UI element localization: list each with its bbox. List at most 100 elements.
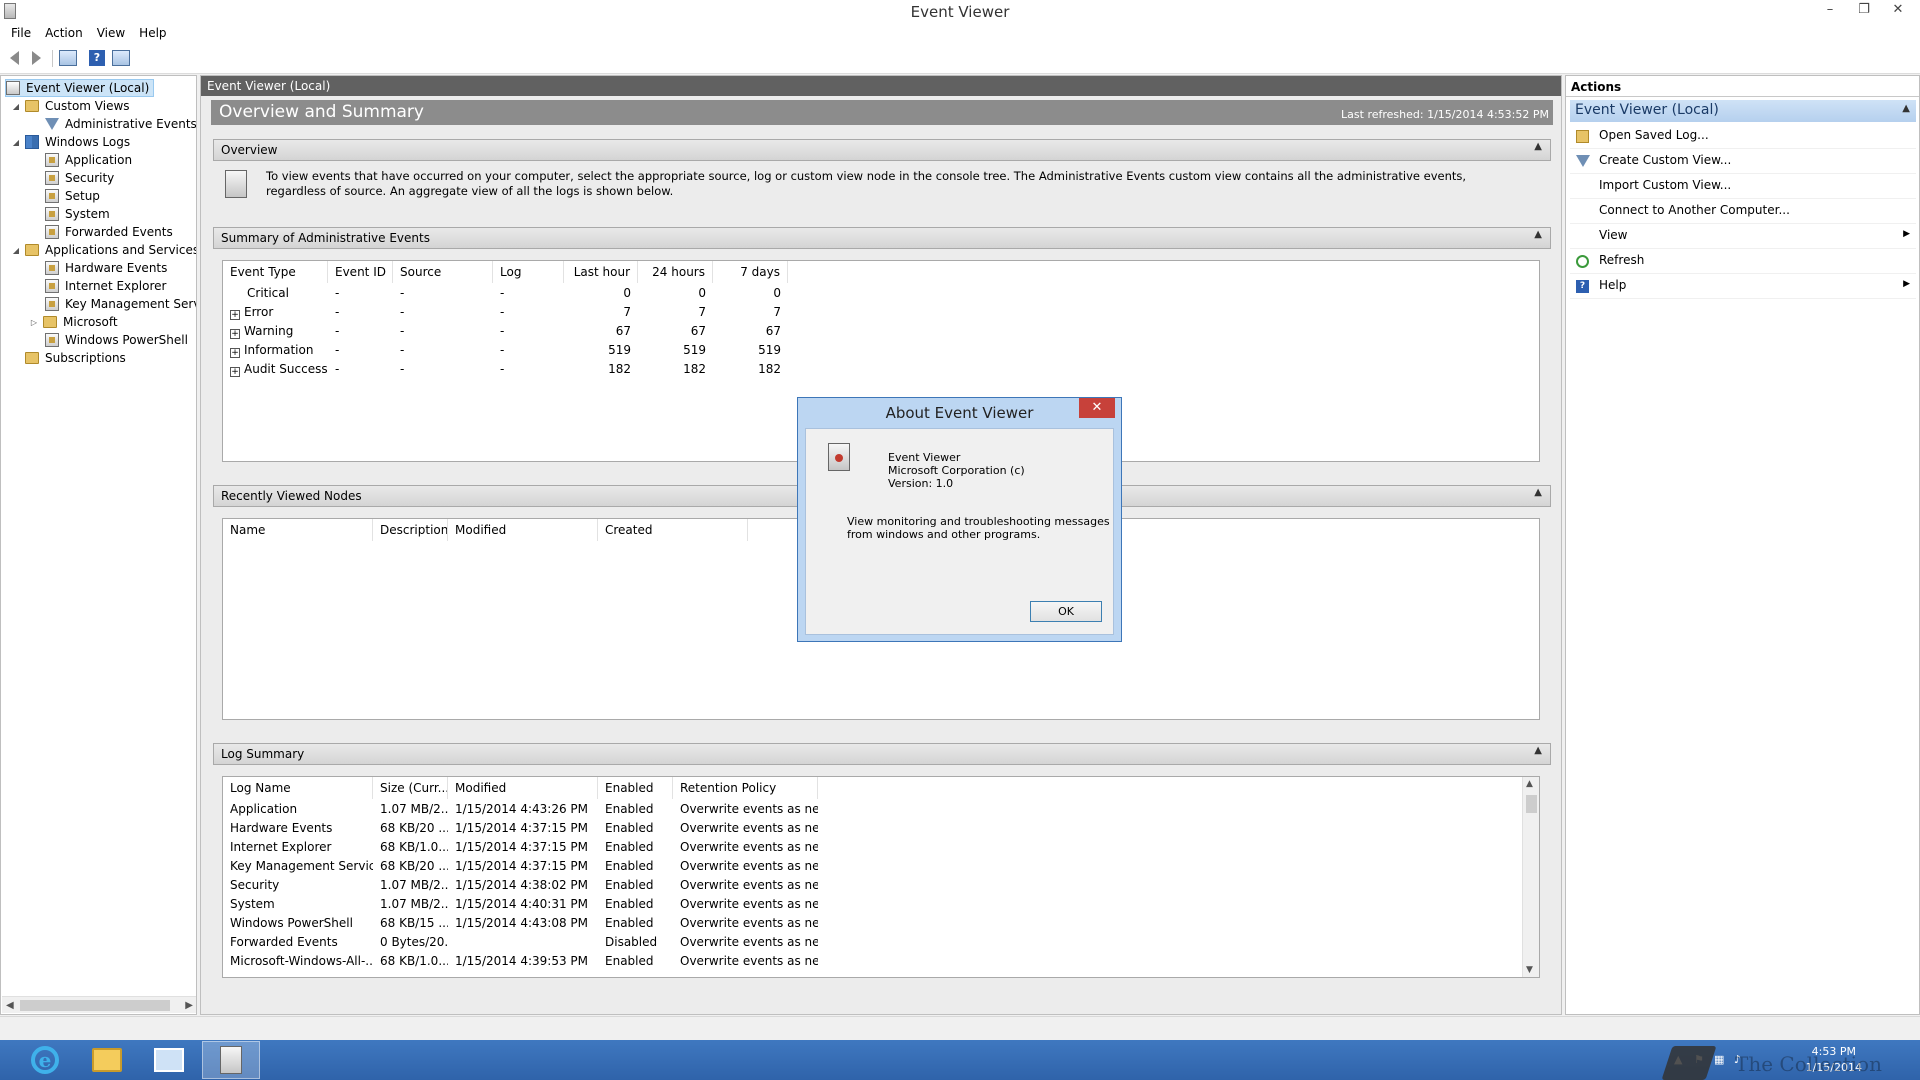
- restore-button[interactable]: ❐: [1848, 0, 1880, 22]
- column-header[interactable]: Source: [393, 261, 493, 283]
- taskbar-server-manager[interactable]: [140, 1041, 198, 1079]
- section-summary-header[interactable]: Summary of Administrative Events ▲: [213, 227, 1551, 249]
- summary-row-critical[interactable]: Critical - - - 0 0 0: [223, 284, 1539, 303]
- column-header[interactable]: Modified: [448, 777, 598, 799]
- action-open-saved-log[interactable]: Open Saved Log...: [1570, 124, 1916, 149]
- tree-node-applications-and-services[interactable]: ◢ Applications and Services Lo: [11, 241, 196, 259]
- back-button[interactable]: [3, 48, 25, 68]
- action-help[interactable]: ? Help ▶: [1570, 274, 1916, 299]
- section-log-summary-header[interactable]: Log Summary ▲: [213, 743, 1551, 765]
- close-button[interactable]: ✕: [1882, 0, 1914, 22]
- tree-node-hardware-events[interactable]: Hardware Events: [45, 259, 167, 277]
- log-summary-row[interactable]: Windows PowerShell 68 KB/15 ... 1/15/2014 …: [223, 914, 1539, 933]
- log-summary-row[interactable]: Forwarded Events 0 Bytes/20... Disabled Ove…: [223, 933, 1539, 952]
- taskbar-internet-explorer[interactable]: e: [16, 1041, 74, 1079]
- section-overview-header[interactable]: Overview ▲: [213, 139, 1551, 161]
- actions-section-event-viewer-local[interactable]: Event Viewer (Local) ▲: [1570, 100, 1916, 122]
- column-header[interactable]: Event Type: [223, 261, 328, 283]
- tree-node-forwarded-events[interactable]: Forwarded Events: [45, 223, 173, 241]
- tree-node-microsoft[interactable]: ▷ Microsoft: [29, 313, 118, 331]
- ok-button[interactable]: OK: [1030, 601, 1102, 622]
- log-summary-row[interactable]: System 1.07 MB/2... 1/15/2014 4:40:31 PM En…: [223, 895, 1539, 914]
- column-header[interactable]: Description: [373, 519, 448, 541]
- log-summary-row[interactable]: Application 1.07 MB/2... 1/15/2014 4:43:26…: [223, 800, 1539, 819]
- expand-plus-icon[interactable]: +: [230, 329, 240, 339]
- column-header[interactable]: Enabled: [598, 777, 673, 799]
- action-import-custom-view[interactable]: Import Custom View...: [1570, 174, 1916, 199]
- scroll-left-icon[interactable]: ◀: [6, 1000, 14, 1011]
- tree-node-custom-views[interactable]: ◢ Custom Views: [11, 97, 130, 115]
- cell-retention-policy: Overwrite events as nec...: [680, 935, 818, 949]
- tree-node-system[interactable]: System: [45, 205, 110, 223]
- collapse-icon[interactable]: ▲: [1534, 745, 1542, 756]
- minimize-button[interactable]: –: [1814, 0, 1846, 22]
- dialog-company: Microsoft Corporation (c): [888, 464, 1025, 477]
- collapse-arrow-icon[interactable]: ◢: [11, 138, 21, 147]
- column-header[interactable]: Name: [223, 519, 373, 541]
- column-header[interactable]: Retention Policy: [673, 777, 818, 799]
- tree-node-subscriptions[interactable]: Subscriptions: [25, 349, 126, 367]
- help-toolbar-button[interactable]: ?: [86, 48, 108, 68]
- tree-node-windows-powershell[interactable]: Windows PowerShell: [45, 331, 188, 349]
- scroll-right-icon[interactable]: ▶: [185, 1000, 193, 1011]
- menu-help[interactable]: Help: [132, 24, 173, 44]
- column-header[interactable]: Last hour: [564, 261, 638, 283]
- collapse-arrow-icon[interactable]: ◢: [11, 102, 21, 111]
- tree-node-security[interactable]: Security: [45, 169, 114, 187]
- tree-node-key-management-service[interactable]: Key Management Service: [45, 295, 196, 313]
- tree-node-windows-logs[interactable]: ◢ Windows Logs: [11, 133, 130, 151]
- show-hide-action-pane-button[interactable]: [110, 48, 132, 68]
- log-summary-row[interactable]: Hardware Events 68 KB/20 ... 1/15/2014 4:3…: [223, 819, 1539, 838]
- menu-file[interactable]: File: [4, 24, 38, 44]
- scrollbar-thumb[interactable]: [20, 1000, 170, 1011]
- log-summary-vertical-scrollbar[interactable]: ▲ ▼: [1522, 777, 1539, 977]
- collapse-icon[interactable]: ▲: [1534, 229, 1542, 240]
- taskbar-event-viewer[interactable]: [202, 1041, 260, 1079]
- tree-node-administrative-events[interactable]: Administrative Events: [45, 115, 196, 133]
- scroll-down-icon[interactable]: ▼: [1526, 965, 1533, 975]
- collapse-arrow-icon[interactable]: ◢: [11, 246, 21, 255]
- action-refresh[interactable]: Refresh: [1570, 249, 1916, 274]
- cell-size: 1.07 MB/2...: [380, 802, 448, 816]
- collapse-icon[interactable]: ▲: [1534, 487, 1542, 498]
- expand-plus-icon[interactable]: +: [230, 367, 240, 377]
- summary-row-information[interactable]: + Information - - - 519 519 519: [223, 341, 1539, 360]
- summary-row-error[interactable]: + Error - - - 7 7 7: [223, 303, 1539, 322]
- tree-node-internet-explorer[interactable]: Internet Explorer: [45, 277, 166, 295]
- show-hide-console-tree-button[interactable]: [57, 48, 79, 68]
- scrollbar-thumb[interactable]: [1526, 795, 1537, 813]
- tree-node-setup[interactable]: Setup: [45, 187, 100, 205]
- summary-row-warning[interactable]: + Warning - - - 67 67 67: [223, 322, 1539, 341]
- summary-row-audit-success[interactable]: + Audit Success - - - 182 182 182: [223, 360, 1539, 379]
- log-summary-row[interactable]: Microsoft-Windows-All-... 68 KB/1.0... 1/1…: [223, 952, 1539, 971]
- column-header[interactable]: Size (Curr...: [373, 777, 448, 799]
- menu-action[interactable]: Action: [38, 24, 90, 44]
- collapse-icon[interactable]: ▲: [1902, 103, 1910, 114]
- action-view[interactable]: View ▶: [1570, 224, 1916, 249]
- scroll-up-icon[interactable]: ▲: [1526, 779, 1533, 789]
- action-create-custom-view[interactable]: Create Custom View...: [1570, 149, 1916, 174]
- expand-plus-icon[interactable]: +: [230, 310, 240, 320]
- column-header[interactable]: Created: [598, 519, 748, 541]
- column-header[interactable]: Log: [493, 261, 564, 283]
- log-summary-row[interactable]: Key Management Service 68 KB/20 ... 1/15/2…: [223, 857, 1539, 876]
- tree-node-event-viewer-local[interactable]: Event Viewer (Local): [5, 79, 155, 97]
- collapse-icon[interactable]: ▲: [1534, 141, 1542, 152]
- action-connect-to-another-computer[interactable]: Connect to Another Computer...: [1570, 199, 1916, 224]
- menu-bar: File Action View Help: [0, 24, 1920, 44]
- taskbar-file-explorer[interactable]: [78, 1041, 136, 1079]
- column-header[interactable]: 7 days: [713, 261, 788, 283]
- tree-horizontal-scrollbar[interactable]: ◀ ▶: [2, 996, 196, 1013]
- tree-node-application[interactable]: Application: [45, 151, 132, 169]
- expand-arrow-icon[interactable]: ▷: [29, 318, 39, 327]
- dialog-close-button[interactable]: ✕: [1079, 398, 1115, 418]
- column-header[interactable]: Modified: [448, 519, 598, 541]
- expand-plus-icon[interactable]: +: [230, 348, 240, 358]
- column-header[interactable]: Event ID: [328, 261, 393, 283]
- log-summary-row[interactable]: Security 1.07 MB/2... 1/15/2014 4:38:02 PM…: [223, 876, 1539, 895]
- forward-button[interactable]: [25, 48, 47, 68]
- menu-view[interactable]: View: [90, 24, 132, 44]
- column-header[interactable]: 24 hours: [638, 261, 713, 283]
- log-summary-row[interactable]: Internet Explorer 68 KB/1.0... 1/15/2014 4…: [223, 838, 1539, 857]
- column-header[interactable]: Log Name: [223, 777, 373, 799]
